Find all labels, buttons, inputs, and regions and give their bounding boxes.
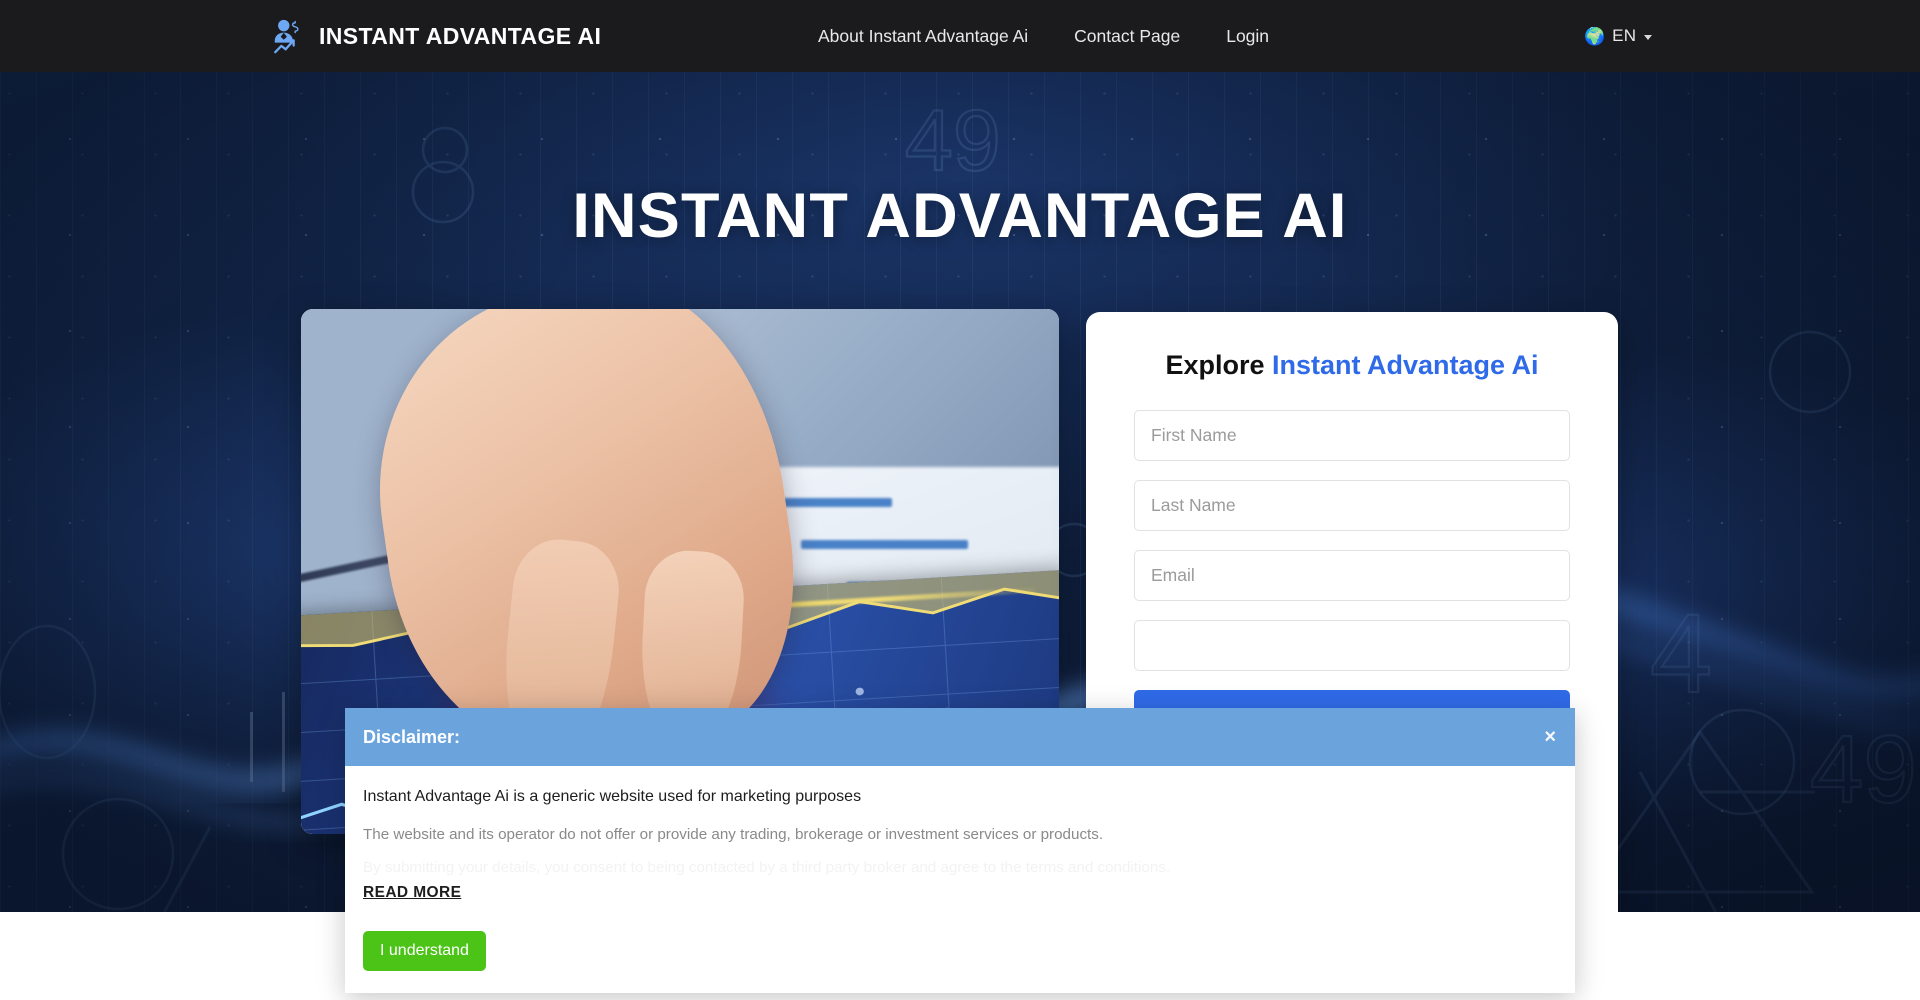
brand-logo-link[interactable]: INSTANT ADVANTAGE AI — [270, 17, 601, 55]
disclaimer-paragraph-3: By submitting your details, you consent … — [363, 859, 1171, 876]
first-name-input[interactable] — [1134, 409, 1570, 461]
brand-name: INSTANT ADVANTAGE AI — [319, 22, 602, 49]
disclaimer-title: Disclaimer: — [363, 726, 461, 747]
disclaimer-modal-body: Instant Advantage Ai is a generic websit… — [345, 766, 1575, 971]
last-name-input[interactable] — [1134, 479, 1570, 531]
page-root: INSTANT ADVANTAGE AI About Instant Advan… — [0, 0, 1920, 1000]
disclaimer-paragraph-1: Instant Advantage Ai is a generic websit… — [363, 788, 862, 805]
form-heading-prefix: Explore — [1165, 350, 1272, 380]
form-heading: Explore Instant Advantage Ai — [1134, 348, 1570, 383]
investor-chart-icon — [270, 17, 308, 55]
top-navbar: INSTANT ADVANTAGE AI About Instant Advan… — [0, 0, 1920, 72]
language-label: EN — [1612, 26, 1637, 45]
read-more-link[interactable]: READ MORE — [363, 884, 461, 902]
language-selector[interactable]: 🌍 EN — [1584, 26, 1653, 46]
disclaimer-modal-header: Disclaimer: × — [345, 708, 1575, 766]
nav-link-about[interactable]: About Instant Advantage Ai — [818, 26, 1028, 47]
page-title: INSTANT ADVANTAGE AI — [572, 181, 1348, 251]
chevron-down-icon — [1644, 35, 1653, 40]
email-input[interactable] — [1134, 549, 1570, 601]
globe-icon: 🌍 — [1584, 26, 1606, 46]
disclaimer-modal: Disclaimer: × Instant Advantage Ai is a … — [345, 708, 1575, 993]
nav-links: About Instant Advantage Ai Contact Page … — [818, 26, 1269, 47]
i-understand-button[interactable]: I understand — [363, 931, 486, 971]
disclaimer-paragraph-2: The website and its operator do not offe… — [363, 826, 1104, 843]
nav-link-contact[interactable]: Contact Page — [1074, 26, 1180, 47]
phone-input[interactable] — [1134, 619, 1570, 671]
nav-link-login[interactable]: Login — [1226, 26, 1269, 47]
close-icon[interactable]: × — [1544, 727, 1556, 747]
form-heading-accent: Instant Advantage Ai — [1272, 350, 1539, 380]
